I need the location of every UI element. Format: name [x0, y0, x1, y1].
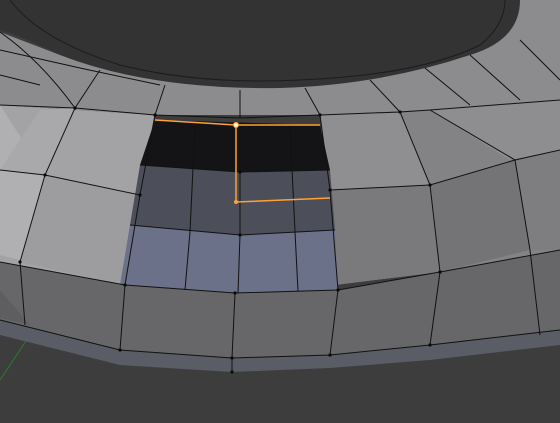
3d-viewport[interactable] [0, 0, 560, 423]
selected-vertex[interactable] [234, 200, 238, 204]
torus-mesh[interactable] [0, 0, 560, 374]
viewport-canvas[interactable] [0, 0, 560, 423]
active-vertex[interactable] [233, 122, 239, 128]
mesh-hole-front [120, 225, 338, 293]
mesh-hole-mid [130, 165, 335, 235]
